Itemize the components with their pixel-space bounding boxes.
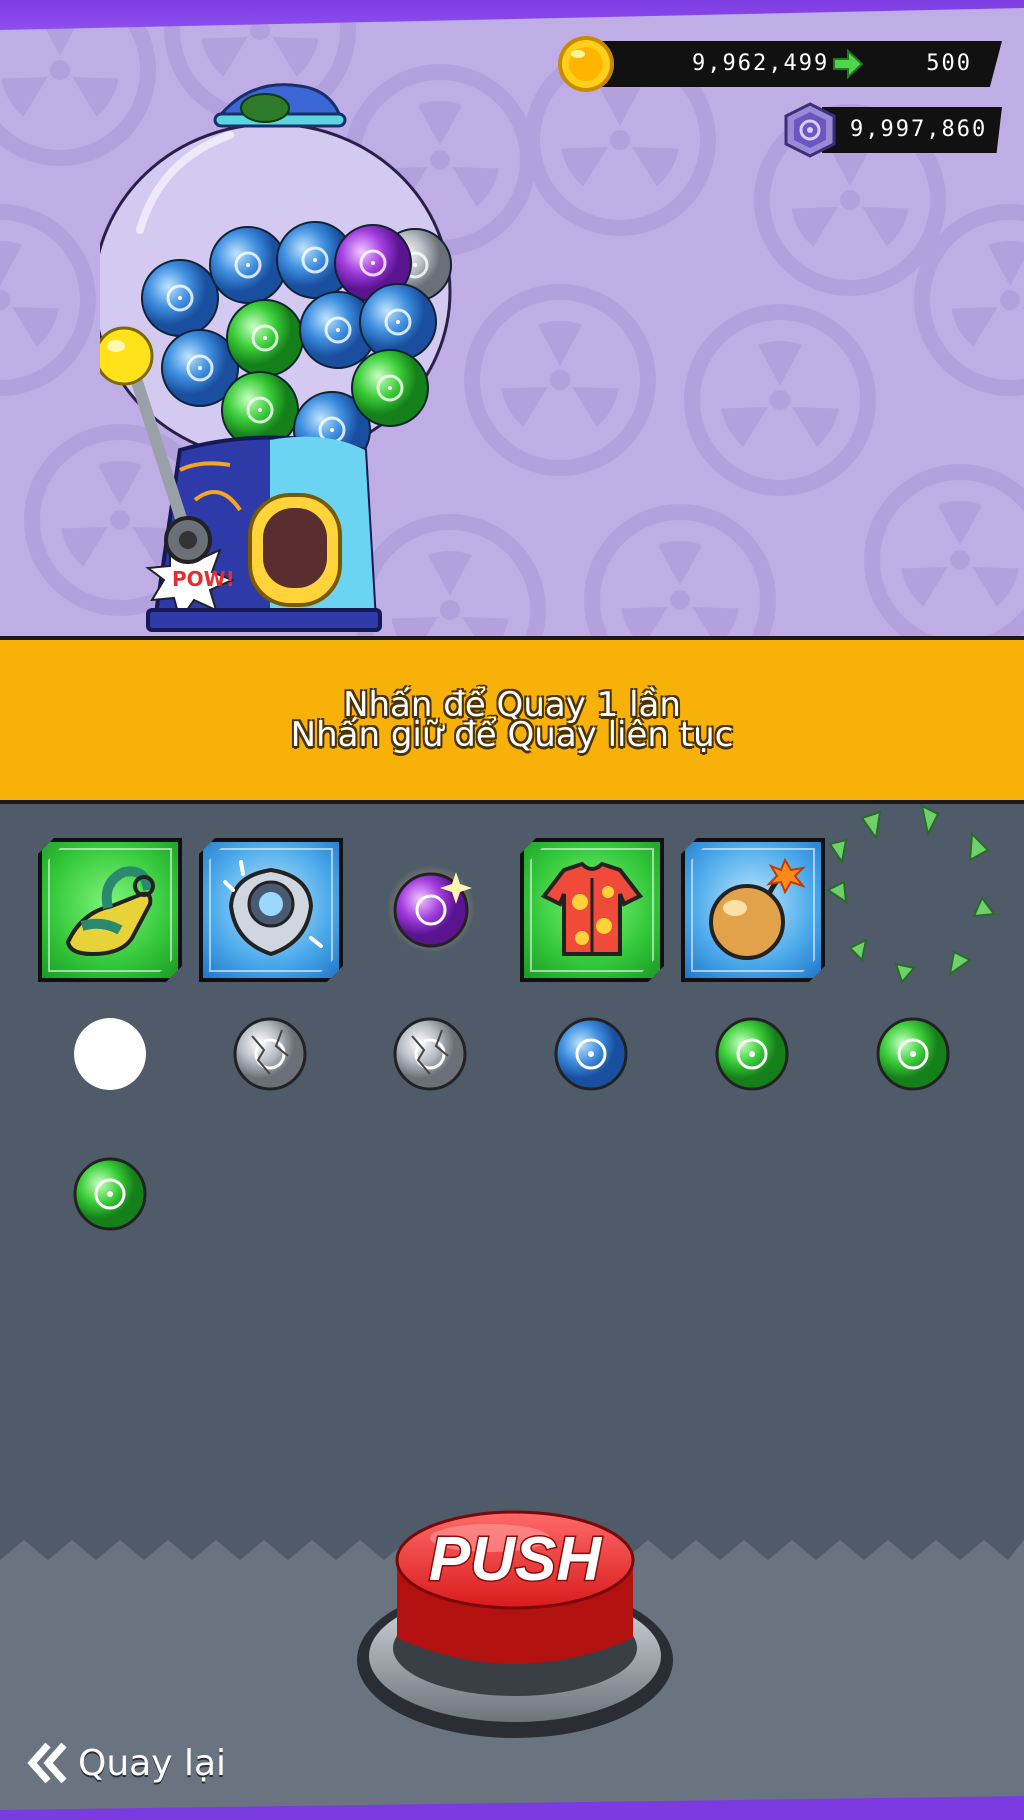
coin-balance-bar: 9,962,499 500: [598, 41, 1002, 87]
spin-instruction-banner[interactable]: Nhấn để Quay 1 lần Nhấn giữ để Quay liên…: [0, 636, 1024, 804]
gumball-machine-icon: POW!: [100, 83, 452, 632]
green-ball-icon[interactable]: [72, 1156, 148, 1232]
hawaiian-shirt-icon: [524, 842, 660, 978]
reward-card-bomb[interactable]: [681, 838, 825, 982]
green-shell-burst-icon[interactable]: [822, 804, 1002, 984]
white-ball-icon[interactable]: [72, 1016, 148, 1092]
gem-amount: 9,997,860: [850, 117, 988, 142]
push-label: PUSH: [429, 1525, 602, 1594]
bomb-icon: [685, 842, 821, 978]
gem-balance-bar: 9,997,860: [822, 107, 1002, 153]
green-arrow-icon: [833, 49, 864, 79]
blue-ball-icon[interactable]: [553, 1016, 629, 1092]
silver-shield-icon: [203, 842, 339, 978]
green-ball-icon[interactable]: [875, 1016, 951, 1092]
purple-gem-icon: [784, 102, 836, 158]
spin-cost-amount: 500: [926, 51, 972, 76]
machine-area: 9,962,499 500 9,997,860 POW!: [0, 0, 1024, 636]
coin-amount: 9,962,499: [692, 51, 830, 76]
reward-card-shield[interactable]: [199, 838, 343, 982]
sandal-icon: [42, 842, 178, 978]
push-button-graphic: PUSH: [357, 1510, 673, 1738]
back-label: Quay lại: [78, 1742, 227, 1784]
rewards-grid: [0, 804, 1024, 1544]
silver-cracked-ball-icon[interactable]: [232, 1016, 308, 1092]
push-button[interactable]: PUSH: [350, 1490, 680, 1750]
pow-sticker-text: POW!: [172, 567, 235, 591]
silver-cracked-ball-icon[interactable]: [392, 1016, 468, 1092]
gold-coin-icon: [558, 36, 614, 92]
green-ball-icon[interactable]: [714, 1016, 790, 1092]
banner-line-hold: Nhấn giữ để Quay liên tục: [290, 715, 734, 755]
back-button[interactable]: Quay lại: [26, 1738, 226, 1788]
double-chevron-left-icon: [27, 1742, 67, 1784]
reward-card-sandal[interactable]: [38, 838, 182, 982]
reward-card-shirt[interactable]: [520, 838, 664, 982]
purple-sparkle-ball-icon[interactable]: [386, 864, 476, 954]
